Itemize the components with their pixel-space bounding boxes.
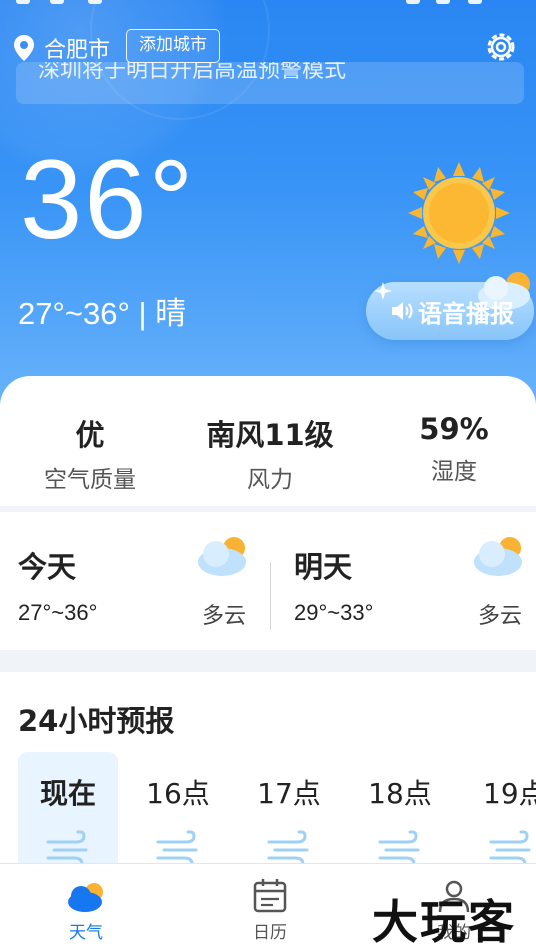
current-temperature: 36°	[20, 137, 196, 262]
speaker-icon	[392, 302, 413, 320]
daily-summary-card[interactable]: 今天 27°~36° 多云 明天 29°~33° 多云	[0, 512, 536, 650]
today-title: 今天	[18, 550, 77, 584]
hour-label: 18点	[368, 777, 432, 810]
weather-hero: 深圳将于明日开启高温预警模式 合肥市 添加城市 36° 27°~36° | 晴	[0, 0, 536, 420]
today-range: 27°~36°	[18, 600, 98, 625]
metric-air-quality: 优 空气质量	[0, 412, 180, 494]
watermark-text: 大玩客	[372, 895, 516, 947]
tomorrow-range: 29°~33°	[294, 600, 374, 625]
metric-label: 空气质量	[44, 467, 136, 493]
city-name[interactable]: 合肥市	[44, 32, 110, 64]
today-condition: 多云	[202, 604, 247, 629]
hourly-forecast-card: 24小时预报 现在 16点 17点 18点 19点	[0, 672, 536, 882]
status-bar	[0, 0, 536, 10]
status-icon	[436, 0, 450, 4]
status-icon	[50, 0, 64, 4]
calendar-icon	[253, 879, 287, 913]
metric-value: 南风11级	[206, 418, 334, 452]
hourly-forecast-title: 24小时预报	[18, 704, 175, 738]
status-icon	[16, 0, 30, 4]
wind-icon	[489, 830, 531, 866]
gear-icon[interactable]	[484, 30, 518, 64]
temperature-range-condition: 27°~36° | 晴	[18, 296, 187, 331]
add-city-button[interactable]: 添加城市	[126, 29, 220, 63]
metric-value: 优	[75, 418, 105, 452]
status-icon	[468, 0, 482, 4]
nav-tab-calendar[interactable]: 日历	[220, 878, 320, 943]
status-icon	[406, 0, 420, 4]
metric-label: 风力	[247, 467, 293, 493]
voice-broadcast-button[interactable]: 语音播报	[366, 272, 534, 340]
metric-value: 59%	[419, 412, 489, 446]
weather-cloud-icon	[68, 883, 103, 912]
top-bar: 合肥市 添加城市	[0, 26, 536, 70]
metrics-card: 优 空气质量 南风11级 风力 59% 湿度	[0, 376, 536, 506]
sun-icon	[408, 162, 510, 264]
sparkle-icon	[374, 282, 392, 300]
metric-humidity: 59% 湿度	[364, 412, 536, 486]
hour-label: 现在	[39, 777, 96, 810]
status-icon	[88, 0, 102, 4]
hour-label: 17点	[257, 777, 321, 810]
nav-tab-weather[interactable]: 天气	[36, 878, 136, 943]
partly-cloudy-icon	[474, 537, 522, 576]
hour-label: 16点	[146, 777, 210, 810]
wind-icon	[267, 830, 309, 866]
nav-label: 日历	[253, 923, 287, 943]
hour-label: 19点	[483, 777, 536, 810]
voice-broadcast-label: 语音播报	[418, 300, 514, 328]
metric-label: 湿度	[431, 459, 477, 485]
wind-icon	[46, 830, 88, 866]
wind-icon	[378, 830, 420, 866]
nav-label: 天气	[69, 923, 103, 943]
partly-cloudy-icon	[198, 537, 246, 576]
tomorrow-condition: 多云	[478, 604, 523, 629]
location-pin-icon	[14, 35, 34, 61]
wind-icon	[156, 830, 198, 866]
day-divider	[270, 562, 271, 630]
metric-wind: 南风11级 风力	[180, 412, 360, 494]
tomorrow-title: 明天	[294, 550, 353, 584]
